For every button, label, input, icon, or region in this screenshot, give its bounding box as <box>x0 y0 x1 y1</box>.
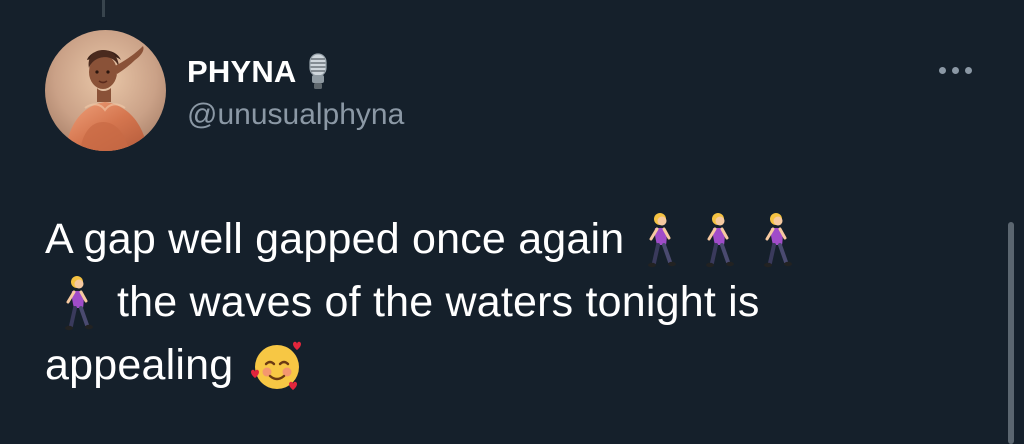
username[interactable]: @unusualphyna <box>187 98 404 132</box>
avatar[interactable] <box>45 30 166 151</box>
avatar-image <box>45 30 166 151</box>
display-name[interactable]: PHYNA <box>187 54 297 90</box>
woman-walking-emoji <box>642 211 682 269</box>
tweet-text-segment-1: A gap well gapped once again <box>45 215 625 263</box>
display-name-row[interactable]: PHYNA <box>187 50 333 94</box>
tweet-text-segment-3: appealing <box>45 341 234 389</box>
more-horizontal-icon <box>938 66 946 74</box>
thread-connector-line <box>102 0 105 17</box>
woman-walking-emoji <box>59 274 99 332</box>
tweet-line-1: A gap well gapped once again <box>45 208 798 271</box>
smiling-face-with-hearts-emoji <box>249 338 305 394</box>
microphone-icon <box>303 53 333 91</box>
scrollbar[interactable] <box>1008 222 1014 444</box>
woman-walking-emoji <box>700 211 740 269</box>
tweet-line-2: the waves of the waters tonight is <box>45 271 760 334</box>
more-options-button[interactable] <box>931 58 979 82</box>
tweet-text-segment-2: the waves of the waters tonight is <box>117 278 760 326</box>
tweet-line-3: appealing <box>45 334 305 397</box>
woman-walking-emoji <box>758 211 798 269</box>
